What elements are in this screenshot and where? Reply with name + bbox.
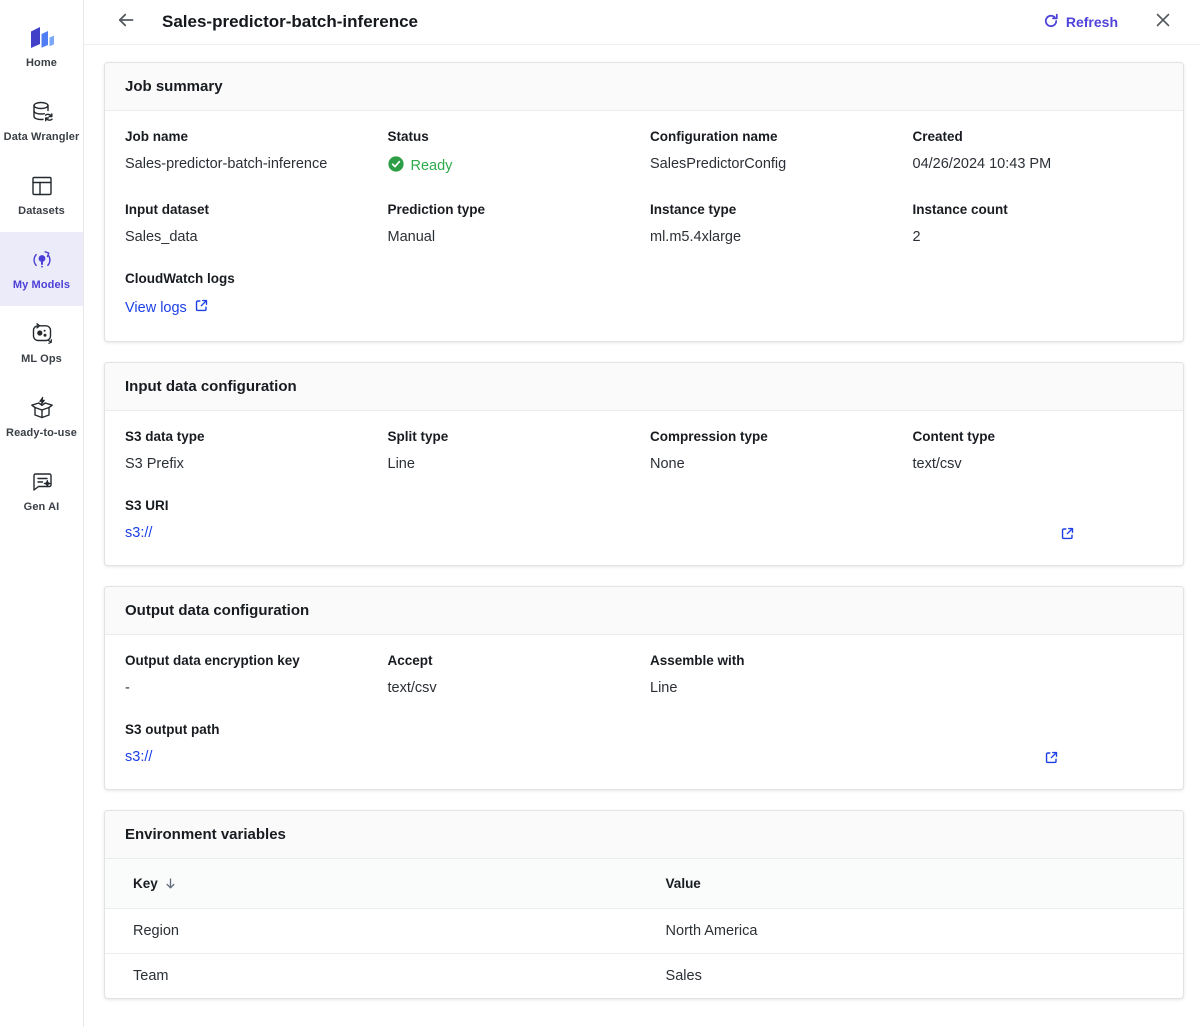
status-badge: Ready: [388, 156, 639, 176]
field-input-dataset: Input dataset Sales_data: [125, 202, 376, 245]
close-button[interactable]: [1152, 11, 1174, 33]
input-data-configuration-card: Input data configuration S3 data type S3…: [104, 362, 1184, 566]
field-created: Created 04/26/2024 10:43 PM: [913, 129, 1164, 176]
sidebar-item-label: Ready-to-use: [6, 427, 77, 439]
field-instance-type: Instance type ml.m5.4xlarge: [650, 202, 901, 245]
close-icon: [1154, 11, 1172, 34]
back-button[interactable]: [114, 10, 138, 34]
field-status: Status Ready: [388, 129, 639, 176]
env-value-cell: North America: [666, 909, 1183, 954]
sort-down-arrow-icon: [164, 877, 177, 890]
refresh-button[interactable]: Refresh: [1043, 13, 1118, 32]
field-prediction-type: Prediction type Manual: [388, 202, 639, 245]
table-row: Team Sales: [105, 954, 1183, 999]
page-header: Sales-predictor-batch-inference Refresh: [84, 0, 1200, 45]
canvas-logo-icon: [27, 25, 57, 51]
job-summary-card: Job summary Job name Sales-predictor-bat…: [104, 62, 1184, 342]
app-window: Home Data Wrangler: [0, 0, 1200, 1027]
field-job-name: Job name Sales-predictor-batch-inference: [125, 129, 376, 176]
sidebar-item-gen-ai[interactable]: Gen AI: [0, 454, 83, 528]
s3-uri-link[interactable]: s3://: [125, 525, 152, 541]
field-s3-output-path: S3 output path s3://: [125, 722, 1163, 765]
s3-output-path-link[interactable]: s3://: [125, 749, 152, 765]
sidebar-item-home[interactable]: Home: [0, 10, 83, 84]
sidebar-item-label: Data Wrangler: [4, 131, 80, 143]
field-instance-count: Instance count 2: [913, 202, 1164, 245]
field-configuration-name: Configuration name SalesPredictorConfig: [650, 129, 901, 176]
sidebar-item-label: Gen AI: [24, 501, 60, 513]
table-row: Region North America: [105, 909, 1183, 954]
check-circle-icon: [388, 156, 404, 176]
env-key-cell: Region: [105, 909, 666, 954]
field-compression-type: Compression type None: [650, 429, 901, 472]
sidebar-item-data-wrangler[interactable]: Data Wrangler: [0, 84, 83, 158]
table-header-key[interactable]: Key: [105, 859, 666, 909]
field-content-type: Content type text/csv: [913, 429, 1164, 472]
environment-variables-card: Environment variables Key: [104, 810, 1184, 999]
sidebar-item-label: ML Ops: [21, 353, 62, 365]
external-link-icon[interactable]: [1044, 750, 1059, 765]
output-data-configuration-card: Output data configuration Output data en…: [104, 586, 1184, 790]
gen-ai-chat-icon: [29, 469, 55, 495]
refresh-icon: [1043, 13, 1059, 32]
sidebar: Home Data Wrangler: [0, 0, 84, 1027]
env-value-cell: Sales: [666, 954, 1183, 999]
sidebar-item-label: Datasets: [18, 205, 65, 217]
content-area[interactable]: Job summary Job name Sales-predictor-bat…: [84, 45, 1200, 1027]
data-wrangler-icon: [29, 99, 55, 125]
datasets-table-icon: [29, 173, 55, 199]
sidebar-item-label: My Models: [13, 279, 70, 291]
ready-to-use-box-icon: [29, 395, 55, 421]
back-arrow-icon: [116, 10, 136, 35]
external-link-icon[interactable]: [1060, 526, 1075, 541]
env-vars-table: Key Value: [105, 859, 1183, 998]
sidebar-item-datasets[interactable]: Datasets: [0, 158, 83, 232]
external-link-icon: [194, 298, 209, 317]
card-title: Environment variables: [105, 811, 1183, 859]
view-logs-link[interactable]: View logs: [125, 298, 209, 317]
card-title: Job summary: [105, 63, 1183, 111]
card-title: Output data configuration: [105, 587, 1183, 635]
field-split-type: Split type Line: [388, 429, 639, 472]
refresh-label: Refresh: [1066, 14, 1118, 30]
sidebar-item-label: Home: [26, 57, 57, 69]
field-s3-data-type: S3 data type S3 Prefix: [125, 429, 376, 472]
page-title: Sales-predictor-batch-inference: [162, 12, 418, 32]
field-accept: Accept text/csv: [388, 653, 639, 696]
field-cloudwatch-logs: CloudWatch logs View logs: [125, 271, 1163, 317]
sidebar-item-ml-ops[interactable]: ML Ops: [0, 306, 83, 380]
env-key-cell: Team: [105, 954, 666, 999]
sidebar-item-my-models[interactable]: My Models: [0, 232, 83, 306]
field-output-encryption-key: Output data encryption key -: [125, 653, 376, 696]
ml-ops-cycle-icon: [29, 321, 55, 347]
my-models-pin-icon: [29, 247, 55, 273]
field-assemble-with: Assemble with Line: [650, 653, 901, 696]
card-title: Input data configuration: [105, 363, 1183, 411]
sidebar-item-ready-to-use[interactable]: Ready-to-use: [0, 380, 83, 454]
main-area: Sales-predictor-batch-inference Refresh: [84, 0, 1200, 1027]
table-header-value: Value: [666, 859, 1183, 909]
field-s3-uri: S3 URI s3://: [125, 498, 1163, 541]
